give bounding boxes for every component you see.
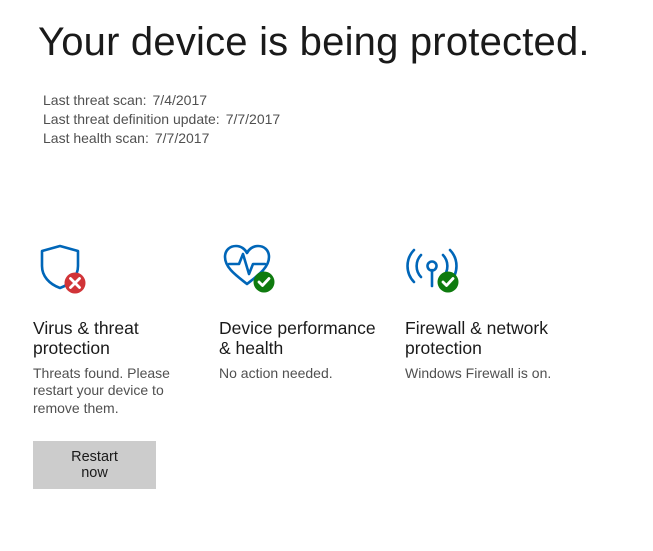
tile-firewall-network[interactable]: Firewall & network protection Windows Fi…: [405, 242, 591, 490]
tile-performance-desc: No action needed.: [219, 365, 385, 383]
restart-now-button[interactable]: Restart now: [33, 441, 156, 489]
tiles-region: Virus & threat protection Threats found.…: [0, 208, 653, 490]
heart-health-icon: [219, 242, 385, 296]
error-badge-icon: [65, 272, 86, 293]
shield-icon: [33, 242, 199, 296]
tile-performance-health[interactable]: Device performance & health No action ne…: [219, 242, 405, 490]
tile-firewall-desc: Windows Firewall is on.: [405, 365, 571, 383]
last-threat-scan-row: Last threat scan: 7/4/2017: [43, 91, 615, 110]
last-threat-scan-label: Last threat scan:: [43, 91, 147, 110]
tile-firewall-title: Firewall & network protection: [405, 318, 571, 359]
last-health-scan-value: 7/7/2017: [155, 129, 210, 148]
page-title: Your device is being protected.: [38, 20, 615, 65]
header-region: Your device is being protected. Last thr…: [0, 0, 653, 208]
success-badge-icon: [254, 271, 275, 292]
tile-virus-desc: Threats found. Please restart your devic…: [33, 365, 199, 418]
last-health-scan-label: Last health scan:: [43, 129, 149, 148]
scan-info: Last threat scan: 7/4/2017 Last threat d…: [38, 91, 615, 148]
last-definition-update-label: Last threat definition update:: [43, 110, 220, 129]
last-definition-update-value: 7/7/2017: [226, 110, 281, 129]
last-threat-scan-value: 7/4/2017: [153, 91, 208, 110]
success-badge-icon: [438, 271, 459, 292]
last-definition-update-row: Last threat definition update: 7/7/2017: [43, 110, 615, 129]
last-health-scan-row: Last health scan: 7/7/2017: [43, 129, 615, 148]
firewall-signal-icon: [405, 242, 571, 296]
tile-virus-title: Virus & threat protection: [33, 318, 199, 359]
tile-virus-threat[interactable]: Virus & threat protection Threats found.…: [33, 242, 219, 490]
tile-performance-title: Device performance & health: [219, 318, 385, 359]
